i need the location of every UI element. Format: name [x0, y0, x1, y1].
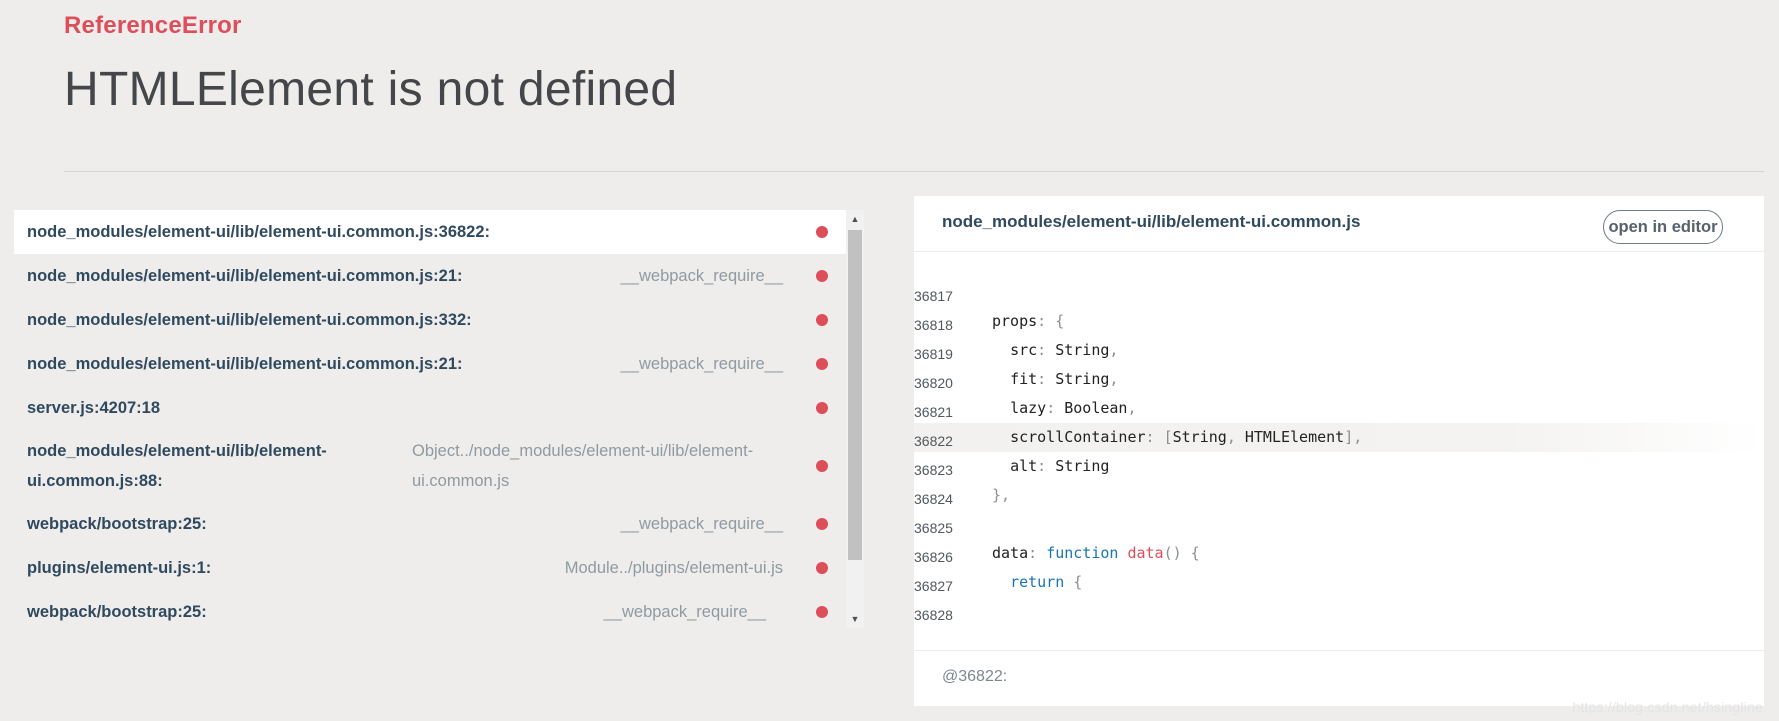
- divider: [64, 171, 1764, 172]
- scrollbar-thumb[interactable]: [848, 230, 862, 560]
- error-message: HTMLElement is not defined: [64, 63, 678, 116]
- stack-frame[interactable]: server.js:4207:18: [14, 386, 846, 430]
- code-line: 36824 },: [914, 481, 1764, 510]
- code-text: scrollContainer: [String, HTMLElement],: [1010, 428, 1363, 446]
- code-line: 36819 src: String,: [914, 336, 1764, 365]
- frame-function: __webpack_require__: [620, 515, 783, 533]
- error-dot-icon: [816, 226, 828, 238]
- error-dot-icon: [816, 606, 828, 618]
- frame-file: node_modules/element-ui/lib/element-ui.c…: [27, 267, 463, 285]
- frame-function: Object../node_modules/element-ui/lib/ele…: [412, 442, 754, 490]
- frame-file: node_modules/element-ui/lib/element-ui.c…: [27, 311, 472, 329]
- error-dot-icon: [816, 358, 828, 370]
- code-text: data: function data() {: [992, 544, 1200, 562]
- stack-frame[interactable]: node_modules/element-ui/lib/element-ui.c…: [14, 298, 846, 342]
- error-type: ReferenceError: [64, 12, 242, 39]
- code-line: 36818 props: {: [914, 307, 1764, 336]
- source-footer: @36822:: [914, 650, 1764, 706]
- line-number: 36828: [914, 607, 953, 623]
- code-text: return {: [1010, 573, 1083, 591]
- code-line: 36826 data: function data() {: [914, 539, 1764, 568]
- code-line: 36828: [914, 597, 1764, 626]
- frame-function: __webpack_require__: [603, 603, 766, 621]
- open-in-editor-button[interactable]: open in editor: [1603, 210, 1723, 244]
- error-dot-icon: [816, 562, 828, 574]
- frame-function: Module../plugins/element-ui.js: [564, 559, 783, 577]
- stack-frame[interactable]: webpack/bootstrap:25: __webpack_require_…: [14, 502, 846, 546]
- code-text: lazy: Boolean,: [1010, 399, 1137, 417]
- code-text: props: {: [992, 312, 1065, 330]
- code-line: 36827 return {: [914, 568, 1764, 597]
- stack-frame[interactable]: webpack/bootstrap:25: __webpack_require_…: [14, 590, 846, 628]
- stack-scrollbar[interactable]: ▲ ▼: [846, 210, 864, 628]
- source-file-path: node_modules/element-ui/lib/element-ui.c…: [942, 212, 1361, 231]
- code-view: 36817 36818 props: { 36819 src: String, …: [914, 278, 1764, 626]
- triangle-up-icon[interactable]: ▲: [846, 210, 864, 228]
- error-dot-icon: [816, 518, 828, 530]
- watermark: https://blog.csdn.net/hsingline: [1572, 699, 1763, 715]
- code-line: 36821 lazy: Boolean,: [914, 394, 1764, 423]
- stack-frame[interactable]: plugins/element-ui.js:1: Module../plugin…: [14, 546, 846, 590]
- error-location: @36822:: [942, 668, 1008, 685]
- code-line: 36823 alt: String: [914, 452, 1764, 481]
- stack-frame[interactable]: node_modules/element-ui/lib/element-ui.c…: [14, 342, 846, 386]
- frame-file: server.js:4207:18: [27, 399, 161, 417]
- source-header: node_modules/element-ui/lib/element-ui.c…: [914, 196, 1764, 252]
- code-line: 36825: [914, 510, 1764, 539]
- error-dot-icon: [816, 402, 828, 414]
- code-line: 36817: [914, 278, 1764, 307]
- frame-file: node_modules/element-ui/lib/element- ui.…: [27, 442, 327, 490]
- code-text: alt: String: [1010, 457, 1110, 475]
- triangle-down-icon[interactable]: ▼: [846, 610, 864, 628]
- frame-file: node_modules/element-ui/lib/element-ui.c…: [27, 355, 463, 373]
- code-text: src: String,: [1010, 341, 1119, 359]
- error-dot-icon: [816, 460, 828, 472]
- frame-function: __webpack_require__: [620, 267, 783, 285]
- stack-frame[interactable]: node_modules/element-ui/lib/element- ui.…: [14, 430, 846, 502]
- frame-file: node_modules/element-ui/lib/element-ui.c…: [27, 223, 491, 241]
- error-dot-icon: [816, 270, 828, 282]
- code-line-highlighted: 36822 scrollContainer: [String, HTMLElem…: [914, 423, 1764, 452]
- frame-file: webpack/bootstrap:25:: [27, 603, 207, 621]
- frame-file: plugins/element-ui.js:1:: [27, 559, 212, 577]
- stack-trace-panel: node_modules/element-ui/lib/element-ui.c…: [14, 210, 864, 628]
- stack-frame[interactable]: node_modules/element-ui/lib/element-ui.c…: [14, 210, 846, 254]
- code-line: 36820 fit: String,: [914, 365, 1764, 394]
- error-dot-icon: [816, 314, 828, 326]
- frame-file: webpack/bootstrap:25:: [27, 515, 207, 533]
- code-text: fit: String,: [1010, 370, 1119, 388]
- stack-frame[interactable]: node_modules/element-ui/lib/element-ui.c…: [14, 254, 846, 298]
- stack-frame-list[interactable]: node_modules/element-ui/lib/element-ui.c…: [14, 210, 846, 628]
- frame-function: __webpack_require__: [620, 355, 783, 373]
- code-text: },: [992, 486, 1011, 504]
- source-panel: node_modules/element-ui/lib/element-ui.c…: [914, 196, 1764, 706]
